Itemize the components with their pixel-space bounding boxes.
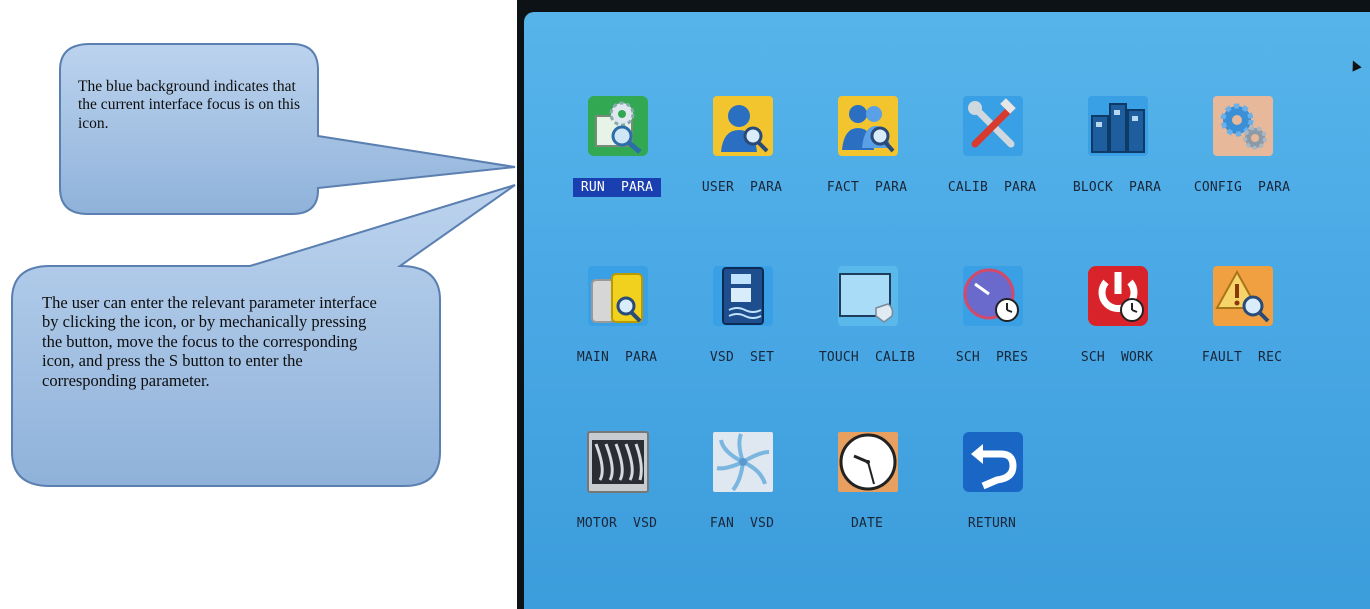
menu-item-fan-vsd[interactable]: FAN VSD (674, 420, 810, 540)
menu-item-user-para[interactable]: USER PARA (674, 84, 810, 204)
menu-item-touch-calib[interactable]: TOUCH CALIB (799, 254, 935, 374)
block-para-icon (1086, 84, 1150, 168)
menu-item-label: SCH PRES (955, 350, 1029, 365)
menu-item-label: RETURN (967, 516, 1017, 531)
menu-item-label: VSD SET (709, 350, 775, 365)
config-para-icon (1211, 84, 1275, 168)
hmi-screen-bezel: RUN PARA USER PARA FACT PARA CALIB PARA … (517, 0, 1370, 609)
menu-item-return[interactable]: RETURN (924, 420, 1060, 540)
mouse-cursor-icon (1348, 58, 1362, 72)
menu-item-fault-rec[interactable]: FAULT REC (1174, 254, 1310, 374)
menu-item-label: SCH WORK (1080, 350, 1154, 365)
main-para-icon (586, 254, 650, 338)
menu-item-label: CONFIG PARA (1193, 180, 1291, 195)
hmi-screen: RUN PARA USER PARA FACT PARA CALIB PARA … (524, 12, 1370, 609)
callout-1-text: The blue background indicates that the c… (78, 78, 301, 132)
callout-2-text: The user can enter the relevant paramete… (42, 293, 377, 390)
menu-item-sch-work[interactable]: SCH WORK (1049, 254, 1185, 374)
menu-item-label: MOTOR VSD (576, 516, 658, 531)
menu-item-label: FACT PARA (826, 180, 908, 195)
fact-para-icon (836, 84, 900, 168)
fault-rec-icon (1211, 254, 1275, 338)
menu-item-label: DATE (850, 516, 884, 531)
menu-item-block-para[interactable]: BLOCK PARA (1049, 84, 1185, 204)
menu-item-fact-para[interactable]: FACT PARA (799, 84, 935, 204)
date-icon (836, 420, 900, 504)
calib-para-icon (961, 84, 1025, 168)
return-icon (961, 420, 1025, 504)
menu-item-motor-vsd[interactable]: MOTOR VSD (549, 420, 685, 540)
menu-item-vsd-set[interactable]: VSD SET (674, 254, 810, 374)
menu-item-label: CALIB PARA (947, 180, 1037, 195)
menu-item-label: BLOCK PARA (1072, 180, 1162, 195)
motor-vsd-icon (586, 420, 650, 504)
sch-work-icon (1086, 254, 1150, 338)
menu-item-label: FAN VSD (709, 516, 775, 531)
sch-pres-icon (961, 254, 1025, 338)
vsd-set-icon (711, 254, 775, 338)
menu-item-run-para[interactable]: RUN PARA (549, 84, 685, 204)
menu-item-sch-pres[interactable]: SCH PRES (924, 254, 1060, 374)
run-para-icon (586, 84, 650, 168)
menu-item-calib-para[interactable]: CALIB PARA (924, 84, 1060, 204)
menu-item-date[interactable]: DATE (799, 420, 935, 540)
menu-item-main-para[interactable]: MAIN PARA (549, 254, 685, 374)
menu-item-label: FAULT REC (1201, 350, 1283, 365)
menu-item-label: MAIN PARA (576, 350, 658, 365)
menu-item-label: TOUCH CALIB (818, 350, 916, 365)
touch-calib-icon (836, 254, 900, 338)
menu-item-label: RUN PARA (549, 178, 685, 197)
menu-item-label: USER PARA (701, 180, 783, 195)
fan-vsd-icon (711, 420, 775, 504)
menu-item-config-para[interactable]: CONFIG PARA (1174, 84, 1310, 204)
user-para-icon (711, 84, 775, 168)
